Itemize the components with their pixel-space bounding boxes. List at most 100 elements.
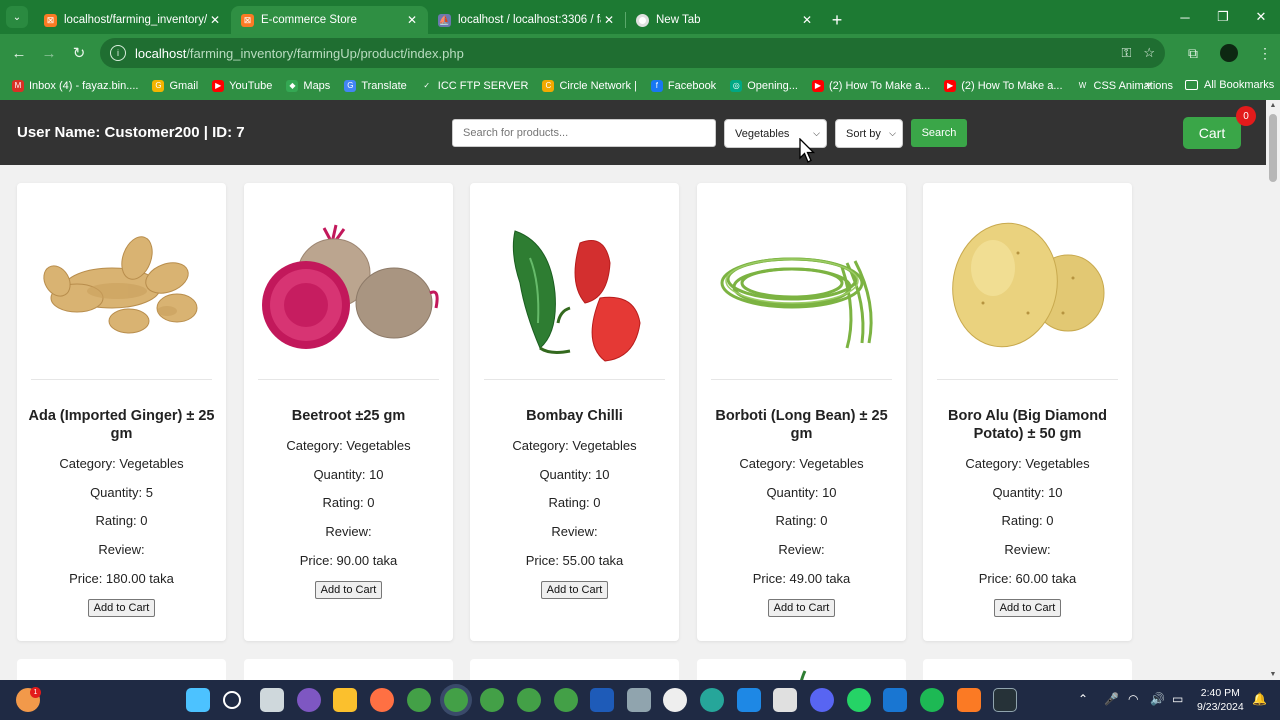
spotify-icon[interactable] (920, 688, 944, 712)
restore-icon[interactable]: ❐ (1204, 0, 1242, 34)
tab-farming-inventory[interactable]: ⊠ localhost/farming_inventory/far ✕ (34, 6, 231, 34)
profile-avatar[interactable] (1214, 38, 1244, 68)
scroll-down-arrow-icon[interactable]: ▼ (1269, 671, 1277, 678)
bookmark-item[interactable]: M Inbox (4) - fayaz.bin.... (12, 80, 138, 92)
scrollbar-thumb[interactable] (1269, 114, 1277, 182)
close-icon[interactable]: ✕ (404, 13, 420, 27)
search-button[interactable]: Search (911, 119, 967, 147)
bookmark-favicon-icon: W (1076, 80, 1089, 92)
forward-arrow-icon[interactable]: → (34, 38, 64, 68)
mail-icon[interactable] (883, 688, 907, 712)
bookmark-item[interactable]: W CSS Animations (1076, 80, 1173, 92)
speaker-icon[interactable]: 🔊 (1150, 692, 1165, 706)
bookmark-item[interactable]: f Facebook (650, 80, 716, 92)
discord-icon[interactable] (810, 688, 834, 712)
bookmark-favicon-icon: ◆ (286, 80, 299, 92)
battery-icon[interactable]: ▭ (1172, 692, 1183, 706)
beetroot-image (262, 224, 439, 349)
bookmark-item[interactable]: G Gmail (152, 80, 198, 92)
long-bean-image (720, 257, 873, 349)
firefox-icon[interactable] (370, 688, 394, 712)
bookmark-item[interactable]: ▶ (2) How To Make a... (944, 80, 1063, 92)
tab-phpmyadmin[interactable]: ⛵ localhost / localhost:3306 / farm ✕ (428, 6, 625, 34)
photos-icon[interactable] (627, 688, 651, 712)
chrome-icon[interactable] (407, 688, 431, 712)
notification-bell-icon[interactable]: 🔔 (1252, 692, 1267, 706)
bookmark-item[interactable]: G Translate (344, 80, 407, 92)
tab-ecommerce-store[interactable]: ⊠ E-commerce Store ✕ (231, 6, 428, 34)
minimize-icon[interactable]: ─ (1166, 0, 1204, 34)
add-to-cart-button[interactable]: Add to Cart (87, 599, 156, 618)
sort-select[interactable]: Sort by ⌵ (835, 119, 903, 148)
more-menu-icon[interactable]: ⋮ (1250, 38, 1280, 68)
reload-icon[interactable]: ↻ (64, 38, 94, 68)
app-icon[interactable] (773, 688, 797, 712)
product-review: Review: (778, 542, 825, 558)
copilot-icon[interactable] (297, 688, 321, 712)
bookmark-item[interactable]: ▶ YouTube (212, 80, 272, 92)
whatsapp-icon[interactable] (847, 688, 871, 712)
product-name: Ada (Imported Ginger) ± 25 gm (28, 408, 215, 442)
product-quantity: Quantity: 10 (539, 466, 610, 482)
category-select-value: Vegetables (735, 127, 790, 140)
task-view-icon[interactable] (260, 688, 284, 712)
github-desktop-icon[interactable] (700, 688, 724, 712)
tab-new-tab[interactable]: New Tab ✕ (626, 6, 823, 34)
file-explorer-icon[interactable] (333, 688, 357, 712)
bookmark-item[interactable]: ▶ (2) How To Make a... (811, 80, 930, 92)
chrome-profile-icon[interactable] (480, 688, 504, 712)
notion-icon[interactable] (993, 688, 1017, 712)
new-tab-plus-icon[interactable]: + (823, 6, 851, 34)
search-icon[interactable] (223, 691, 241, 709)
cart-button[interactable]: Cart (1183, 117, 1241, 149)
url-text[interactable]: localhost/farming_inventory/farmingUp/pr… (135, 46, 1121, 61)
close-icon[interactable]: ✕ (799, 13, 815, 27)
tray-chevron-icon[interactable]: ⌃ (1078, 692, 1088, 706)
more-bookmarks-chevron[interactable]: » (1145, 79, 1151, 91)
microphone-icon[interactable]: 🎤 (1104, 692, 1119, 706)
product-details: Beetroot ±25 gm Category: Vegetables Qua… (252, 407, 445, 600)
wifi-icon[interactable]: ◠ (1128, 692, 1138, 706)
chrome-active-icon[interactable] (444, 688, 468, 712)
page-scrollbar[interactable]: ▲ ▼ (1266, 100, 1280, 680)
bookmark-favicon-icon: G (344, 80, 357, 92)
product-card-next-row (17, 659, 226, 680)
clock[interactable]: 2:40 PM 9/23/2024 (1197, 686, 1244, 714)
all-bookmarks-button[interactable]: All Bookmarks (1185, 79, 1274, 91)
chrome-profile-icon[interactable] (554, 688, 578, 712)
product-card-next-row (470, 659, 679, 680)
scroll-up-arrow-icon[interactable]: ▲ (1269, 102, 1277, 109)
bookmark-star-icon[interactable]: ☆ (1143, 45, 1155, 61)
bookmark-item[interactable]: ◆ Maps (286, 80, 330, 92)
tab-title: New Tab (656, 14, 701, 26)
bookmark-item[interactable]: ◎ Opening... (730, 80, 798, 92)
add-to-cart-button[interactable]: Add to Cart (540, 581, 609, 600)
chrome-profile-icon[interactable] (517, 688, 541, 712)
add-to-cart-button[interactable]: Add to Cart (767, 599, 836, 618)
product-details: Borboti (Long Bean) ± 25 gm Category: Ve… (705, 407, 898, 618)
site-info-icon[interactable]: i (110, 45, 126, 61)
windows-start-icon[interactable] (186, 688, 210, 712)
bookmark-item[interactable]: C Circle Network | (542, 80, 637, 92)
xampp-icon[interactable] (957, 688, 981, 712)
product-review: Review: (98, 542, 145, 558)
window-close-icon[interactable]: ✕ (1242, 0, 1280, 34)
word-icon[interactable] (590, 688, 614, 712)
product-rating: Rating: 0 (548, 495, 601, 511)
clock-app-icon[interactable] (663, 688, 687, 712)
add-to-cart-button[interactable]: Add to Cart (314, 581, 383, 600)
vscode-icon[interactable] (737, 688, 761, 712)
extensions-puzzle-icon[interactable]: ⧉ (1178, 38, 1208, 68)
product-name: Boro Alu (Big Diamond Potato) ± 50 gm (948, 408, 1107, 442)
close-icon[interactable]: ✕ (601, 13, 617, 27)
windows-taskbar: 1 ⌃ 🎤 ◠ 🔊 ▭ 2:40 PM 9/23/2024 🔔 (0, 680, 1280, 720)
tab-search-button[interactable]: ⌄ (6, 6, 28, 28)
add-to-cart-button[interactable]: Add to Cart (993, 599, 1062, 618)
bookmark-item[interactable]: ✓ ICC FTP SERVER (420, 80, 528, 92)
password-key-icon[interactable]: ⚿ (1121, 45, 1131, 61)
close-icon[interactable]: ✕ (207, 13, 223, 27)
product-card-next-row (923, 659, 1132, 680)
back-arrow-icon[interactable]: ← (4, 38, 34, 68)
address-bar[interactable]: i localhost/farming_inventory/farmingUp/… (100, 38, 1165, 68)
search-input[interactable] (452, 119, 716, 147)
